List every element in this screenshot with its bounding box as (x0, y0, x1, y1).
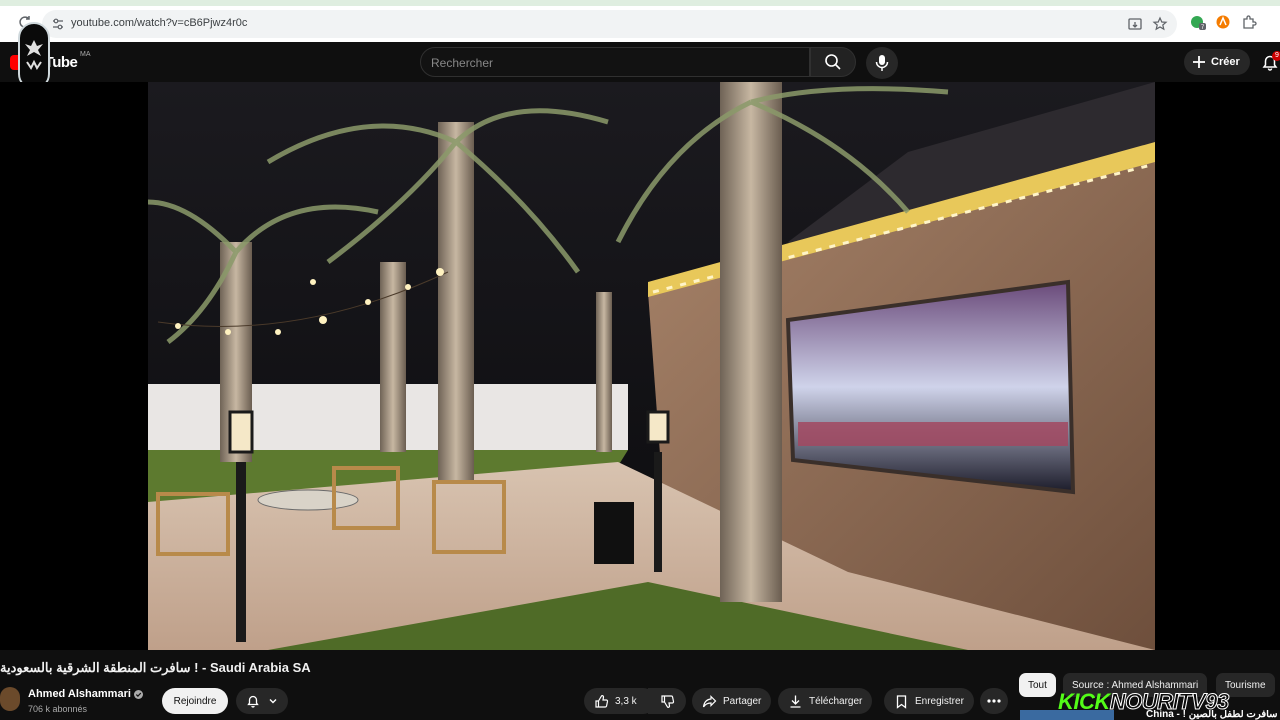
url-text[interactable]: youtube.com/watch?v=cB6Pjwz4r0c (71, 17, 247, 29)
bell-icon (247, 695, 259, 708)
search-input[interactable] (431, 54, 791, 72)
address-bar[interactable]: youtube.com/watch?v=cB6Pjwz4r0c (42, 10, 1177, 38)
channel-watermark-logo (18, 22, 50, 90)
extensions-puzzle-icon[interactable] (1241, 14, 1257, 30)
download-icon (790, 695, 801, 708)
video-frame[interactable] (148, 82, 1155, 650)
dislike-button[interactable] (648, 688, 686, 714)
notification-count-badge: 9 (1272, 51, 1280, 61)
subscription-bell-button[interactable] (236, 688, 288, 714)
create-button[interactable]: Créer (1184, 49, 1250, 75)
stream-watermark: KICKNOURITV93 (1058, 689, 1230, 715)
browser-toolbar: youtube.com/watch?v=cB6Pjwz4r0c 7 (0, 0, 1280, 42)
search-icon (825, 54, 841, 70)
save-label: Enregistrer (915, 695, 964, 707)
share-button[interactable]: Partager (692, 688, 772, 714)
subscriber-count: 706 k abonnés (28, 704, 88, 714)
channel-name[interactable]: Ahmed Alshammari (28, 688, 131, 700)
extension-shield-icon[interactable]: 7 (1190, 14, 1206, 30)
video-player[interactable] (0, 82, 1280, 650)
search-button[interactable] (810, 47, 856, 77)
video-title: سافرت المنطقة الشرقية بالسعودية ! - Saud… (0, 660, 311, 675)
save-button[interactable]: Enregistrer (884, 688, 974, 714)
extension-orange-icon[interactable] (1215, 14, 1231, 30)
join-button[interactable]: Rejoindre (162, 688, 228, 714)
thumbs-down-icon (660, 694, 674, 708)
microphone-icon (875, 55, 889, 71)
install-app-icon[interactable] (1127, 16, 1143, 32)
country-code: MA (80, 51, 91, 58)
voice-search-button[interactable] (866, 47, 898, 79)
like-button[interactable]: 3,3 k (584, 688, 656, 714)
bookmark-icon (896, 694, 907, 709)
share-arrow-icon (702, 694, 717, 707)
channel-avatar[interactable] (0, 687, 20, 711)
kick-logo-text: KICK (1058, 689, 1110, 714)
download-label: Télécharger (809, 695, 863, 707)
chevron-down-icon (269, 699, 277, 704)
chip-all[interactable]: Tout (1019, 673, 1056, 697)
share-label: Partager (723, 695, 762, 707)
site-info-icon[interactable] (51, 17, 65, 31)
like-count: 3,3 k (615, 695, 637, 707)
more-horizontal-icon (987, 699, 1001, 703)
video-scene (148, 82, 1155, 650)
more-actions-button[interactable] (980, 688, 1008, 714)
search-box (420, 47, 810, 77)
create-label: Créer (1211, 56, 1240, 68)
verified-check-icon (134, 690, 143, 699)
download-button[interactable]: Télécharger (778, 688, 873, 714)
tab-strip-edge (0, 0, 1280, 6)
streamer-handle: NOURITV93 (1109, 689, 1229, 715)
youtube-header: uTube MA Créer 9 (0, 22, 1280, 90)
thumbs-up-icon (595, 694, 609, 708)
bookmark-star-icon[interactable] (1152, 16, 1168, 32)
plus-icon (1193, 56, 1205, 68)
